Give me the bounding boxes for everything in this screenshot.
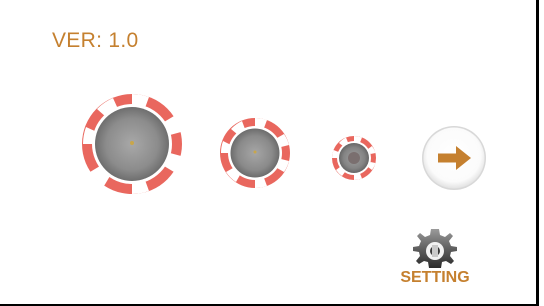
version-label: VER: 1.0	[52, 29, 139, 52]
setting-label: SETTING	[400, 269, 470, 286]
setting-button[interactable]: SETTING	[390, 225, 480, 297]
arrow-right-icon	[422, 126, 486, 190]
next-button[interactable]	[419, 124, 489, 192]
app-screen: VER: 1.0 SETTING	[0, 0, 539, 306]
chip-medium[interactable]	[219, 117, 291, 189]
gear-icon	[413, 229, 457, 268]
chip-small[interactable]	[331, 135, 377, 181]
chip-large[interactable]	[80, 92, 184, 196]
